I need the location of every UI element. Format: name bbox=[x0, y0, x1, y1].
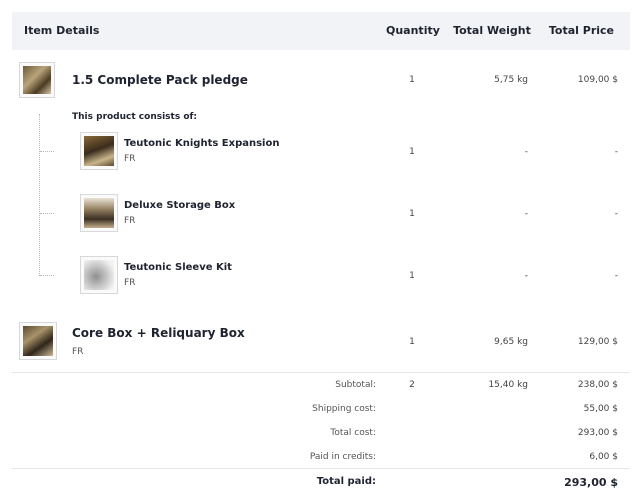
tree-branch bbox=[40, 213, 54, 214]
weight-value: - bbox=[524, 147, 528, 157]
weight-value: - bbox=[524, 209, 528, 219]
price-value: 129,00 $ bbox=[577, 337, 618, 347]
tree-branch bbox=[40, 151, 54, 152]
product-name[interactable]: Core Box + Reliquary Box bbox=[72, 326, 245, 340]
subtotal-weight: 15,40 kg bbox=[488, 380, 528, 390]
product-name[interactable]: 1.5 Complete Pack pledge bbox=[72, 73, 248, 87]
weight-value: 5,75 kg bbox=[494, 75, 528, 85]
total-cost-value: 293,00 $ bbox=[577, 428, 618, 438]
price-value: 109,00 $ bbox=[577, 75, 618, 85]
component-thumbnail[interactable] bbox=[80, 256, 118, 294]
header-item-details: Item Details bbox=[24, 24, 100, 37]
quantity-value: 1 bbox=[409, 337, 415, 347]
weight-value: 9,65 kg bbox=[494, 337, 528, 347]
total-paid-label: Total paid: bbox=[316, 476, 376, 487]
paid-in-credits-label: Paid in credits: bbox=[309, 452, 376, 462]
component-language: FR bbox=[124, 216, 136, 226]
consists-of-label: This product consists of: bbox=[72, 112, 198, 122]
product-thumbnail[interactable] bbox=[19, 322, 57, 360]
total-paid-value: 293,00 $ bbox=[564, 476, 618, 489]
total-cost-label: Total cost: bbox=[330, 428, 376, 438]
summary-divider bbox=[12, 372, 630, 373]
weight-value: - bbox=[524, 271, 528, 281]
quantity-value: 1 bbox=[409, 209, 415, 219]
header-quantity: Quantity bbox=[386, 24, 440, 37]
subtotal-price: 238,00 $ bbox=[577, 380, 618, 390]
component-name[interactable]: Deluxe Storage Box bbox=[124, 200, 235, 211]
tree-branch bbox=[40, 275, 54, 276]
shipping-cost-label: Shipping cost: bbox=[312, 404, 376, 414]
table-header: Item Details Quantity Total Weight Total… bbox=[12, 12, 630, 50]
header-total-price: Total Price bbox=[548, 24, 614, 37]
total-divider bbox=[12, 468, 630, 469]
product-language: FR bbox=[72, 347, 84, 357]
price-value: - bbox=[614, 209, 618, 219]
component-language: FR bbox=[124, 278, 136, 288]
component-thumbnail[interactable] bbox=[80, 194, 118, 232]
component-name[interactable]: Teutonic Sleeve Kit bbox=[124, 262, 232, 273]
component-name[interactable]: Teutonic Knights Expansion bbox=[124, 138, 279, 149]
quantity-value: 1 bbox=[409, 271, 415, 281]
price-value: - bbox=[614, 147, 618, 157]
paid-in-credits-value: 6,00 $ bbox=[589, 452, 618, 462]
price-value: - bbox=[614, 271, 618, 281]
tree-connector bbox=[39, 114, 40, 276]
quantity-value: 1 bbox=[409, 147, 415, 157]
component-thumbnail[interactable] bbox=[80, 132, 118, 170]
header-total-weight: Total Weight bbox=[453, 24, 531, 37]
component-language: FR bbox=[124, 154, 136, 164]
subtotal-quantity: 2 bbox=[409, 380, 415, 390]
shipping-cost-value: 55,00 $ bbox=[583, 404, 618, 414]
subtotal-label: Subtotal: bbox=[335, 380, 376, 390]
quantity-value: 1 bbox=[409, 75, 415, 85]
product-thumbnail[interactable] bbox=[19, 62, 55, 98]
